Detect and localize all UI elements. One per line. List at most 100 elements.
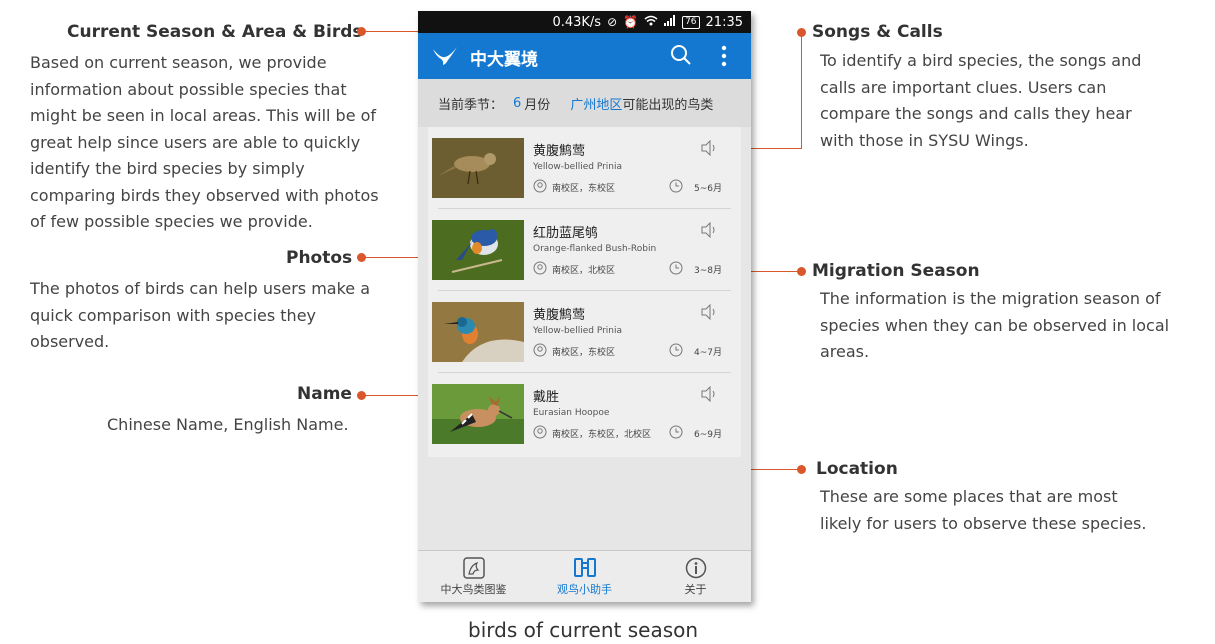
bird-locations: 南校区，北校区 <box>552 266 616 276</box>
speaker-icon[interactable] <box>700 304 718 320</box>
list-item[interactable]: 黄腹鹪莺 Yellow-bellied Prinia 南校区，东校区 5~6月 <box>428 127 741 209</box>
bird-logo-icon <box>433 47 457 65</box>
annotation-title: Location <box>816 459 898 479</box>
clock-icon <box>669 343 683 357</box>
bird-photo <box>432 302 524 362</box>
season-area: 广州地区 <box>570 97 623 113</box>
tab-label: 关于 <box>684 583 707 596</box>
bird-english-name: Yellow-bellied Prinia <box>533 326 623 336</box>
bird-photo <box>432 384 524 444</box>
annotation-line: comparing birds they observed with photo… <box>30 185 379 205</box>
annotation-line: identify the bird species by simply <box>30 159 305 178</box>
speaker-icon[interactable] <box>700 140 718 156</box>
bird-months: 3~8月 <box>694 266 722 276</box>
season-month-suffix: 月份 <box>524 97 551 113</box>
speaker-icon[interactable] <box>700 386 718 402</box>
network-speed: 0.43K/s <box>552 14 602 30</box>
location-pin-icon <box>533 261 547 275</box>
bird-chinese-name: 黄腹鹪莺 <box>533 308 586 323</box>
tab-label: 中大鸟类图鉴 <box>440 583 507 596</box>
annotation-body: To identify a bird species, the songs an… <box>820 48 1180 154</box>
location-pin-icon <box>533 179 547 193</box>
location-pin-icon <box>533 425 547 439</box>
bird-photo <box>432 138 524 198</box>
list-item[interactable]: 红肋蓝尾鸲 Orange-flanked Bush-Robin 南校区，北校区 … <box>428 209 741 291</box>
list-item[interactable]: 黄腹鹪莺 Yellow-bellied Prinia 南校区，东校区 4~7月 <box>428 291 741 373</box>
tab-bird-guide[interactable]: 中大鸟类图鉴 <box>418 551 529 602</box>
app-title: 中大翼境 <box>470 50 538 70</box>
annotation-line: To identify a bird species, the songs an… <box>820 51 1142 70</box>
app-bar: 中大翼境 <box>418 33 751 79</box>
annotation-line: Based on current season, we provide <box>30 53 327 72</box>
bird-months: 4~7月 <box>694 348 722 358</box>
location-pin-icon <box>533 343 547 357</box>
binoculars-icon <box>573 558 596 577</box>
bird-chinese-name: 戴胜 <box>533 390 560 405</box>
annotation-line: areas. <box>820 342 870 361</box>
annotation-body: Chinese Name, English Name. <box>107 412 407 439</box>
annotation-line: great help since users are able to quick… <box>30 132 361 152</box>
annotation-line: observed. <box>30 332 110 351</box>
bird-english-name: Orange-flanked Bush-Robin <box>533 244 657 254</box>
bird-months: 6~9月 <box>694 430 722 440</box>
clock-time: 21:35 <box>705 14 743 30</box>
wifi-icon <box>644 15 658 29</box>
annotation-title: Migration Season <box>812 261 980 281</box>
connector-dot <box>797 267 806 276</box>
connector-line <box>801 32 802 148</box>
status-bar: 0.43K/s ⊘ ⏰ 76 21:35 <box>418 11 751 33</box>
figure-caption: birds of current season <box>468 618 699 642</box>
bird-guide-icon <box>462 557 485 579</box>
annotation-line: species when they can be observed in loc… <box>820 315 1170 335</box>
signal-icon <box>664 15 676 29</box>
season-month: 6 <box>513 95 522 111</box>
annotation-line: likely for users to observe these specie… <box>820 513 1147 533</box>
info-icon <box>685 557 706 579</box>
annotation-title: Name <box>297 384 352 404</box>
battery-icon: 76 <box>682 15 700 29</box>
annotation-line: information about possible species that <box>30 79 347 99</box>
bird-photo <box>432 220 524 280</box>
annotation-line: might be seen in local areas. This will … <box>30 106 377 125</box>
tab-birding-assistant[interactable]: 观鸟小助手 <box>529 551 640 602</box>
annotation-title: Photos <box>286 248 353 268</box>
bottom-tab-bar: 中大鸟类图鉴 观鸟小助手 关于 <box>418 550 751 602</box>
clock-icon <box>669 425 683 439</box>
annotation-line: calls are important clues. Users can <box>820 77 1107 97</box>
mute-icon: ⊘ <box>607 15 618 29</box>
phone-screen: 0.43K/s ⊘ ⏰ 76 21:35 中大翼境 当前季节： 6 月份 广州地… <box>418 11 751 602</box>
tab-label: 观鸟小助手 <box>557 583 612 596</box>
annotation-body: These are some places that are most like… <box>820 484 1180 537</box>
annotation-line: The photos of birds can help users make … <box>30 279 371 298</box>
tab-about[interactable]: 关于 <box>640 551 751 602</box>
bird-english-name: Yellow-bellied Prinia <box>533 162 623 172</box>
bird-locations: 南校区，东校区 <box>552 184 616 194</box>
season-prefix: 当前季节： <box>438 97 504 113</box>
more-menu-icon[interactable] <box>718 43 730 69</box>
annotation-title: Current Season & Area & Birds <box>67 22 363 42</box>
season-suffix: 可能出现的鸟类 <box>622 97 714 113</box>
annotation-line: compare the songs and calls they hear <box>820 104 1132 123</box>
annotation-line: The information is the migration season … <box>820 289 1161 308</box>
bird-chinese-name: 红肋蓝尾鸲 <box>533 226 599 241</box>
annotation-body: Based on current season, we provide info… <box>30 50 400 236</box>
annotation-line: with those in SYSU Wings. <box>820 130 1029 150</box>
speaker-icon[interactable] <box>700 222 718 238</box>
season-bar: 当前季节： 6 月份 广州地区 可能出现的鸟类 <box>418 79 751 127</box>
bird-locations: 南校区，东校区，北校区 <box>552 430 652 440</box>
annotation-line: Chinese Name, English Name. <box>107 415 349 434</box>
list-item[interactable]: 戴胜 Eurasian Hoopoe 南校区，东校区，北校区 6~9月 <box>428 373 741 455</box>
connector-dot <box>797 465 806 474</box>
search-icon[interactable] <box>670 44 692 66</box>
annotation-body: The photos of birds can help users make … <box>30 276 400 356</box>
annotation-title: Songs & Calls <box>812 22 943 42</box>
annotation-line: quick comparison with species they <box>30 305 316 325</box>
annotation-body: The information is the migration season … <box>820 286 1180 366</box>
bird-list: 黄腹鹪莺 Yellow-bellied Prinia 南校区，东校区 5~6月 … <box>428 127 741 457</box>
annotation-line: These are some places that are most <box>820 487 1118 506</box>
clock-icon <box>669 179 683 193</box>
bird-chinese-name: 黄腹鹪莺 <box>533 144 586 159</box>
clock-icon <box>669 261 683 275</box>
bird-months: 5~6月 <box>694 184 722 194</box>
bird-english-name: Eurasian Hoopoe <box>533 408 610 418</box>
